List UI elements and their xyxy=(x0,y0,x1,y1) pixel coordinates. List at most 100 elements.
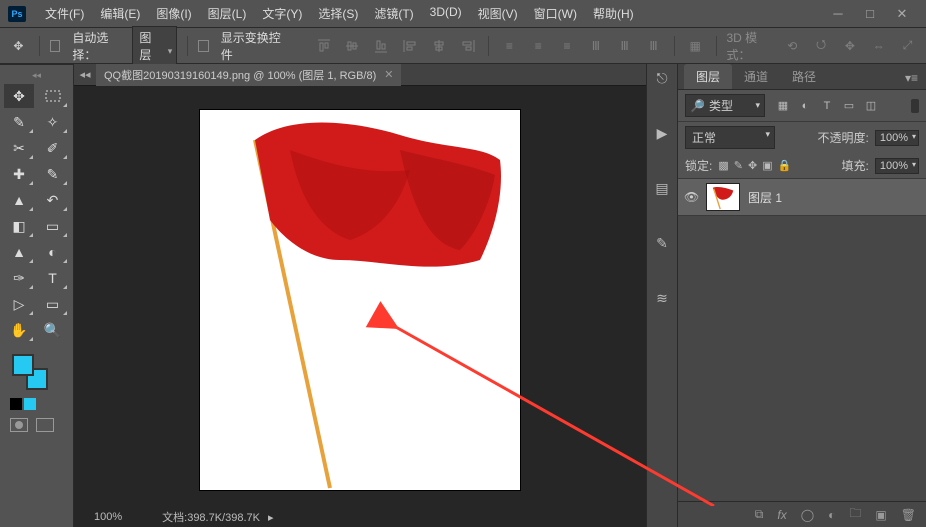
fill-value[interactable]: 100% xyxy=(875,158,919,174)
move-tool[interactable]: ✥ xyxy=(4,84,34,108)
zoom-tool[interactable]: 🔍 xyxy=(38,318,68,342)
lock-all-icon[interactable]: 🔒 xyxy=(778,159,792,172)
opacity-value[interactable]: 100% xyxy=(875,130,919,146)
doc-tab[interactable]: QQ截图20190319160149.png @ 100% (图层 1, RGB… xyxy=(96,64,401,86)
menu-file[interactable]: 文件(F) xyxy=(38,2,91,25)
fx-icon[interactable]: fx xyxy=(777,508,786,522)
delete-layer-icon[interactable]: 🗑 xyxy=(901,508,916,522)
tab-paths[interactable]: 路径 xyxy=(780,64,828,89)
magic-wand-tool[interactable]: ✧ xyxy=(38,110,68,134)
dist-left-icon: Ⅲ xyxy=(585,34,606,58)
move-tool-icon[interactable]: ✥ xyxy=(8,34,29,58)
mode3d-zoom-icon: ⤢ xyxy=(897,34,918,58)
adjustment-icon[interactable]: ◐ xyxy=(828,508,835,522)
color-swatches[interactable] xyxy=(4,354,69,394)
zoom-value[interactable]: 100% xyxy=(94,511,122,523)
panel-menu-icon[interactable]: ▾≡ xyxy=(897,67,926,89)
workspace: ◂◂ ✥ ✎ ✧ ✂ ✐ ✚ ✎ ▲ ↶ ◧ ▭ ▲ ◐ ✑ T ▷ ▭ ✋ 🔍 xyxy=(0,64,926,527)
maximize-button[interactable]: □ xyxy=(854,3,886,25)
layer-thumbnail[interactable] xyxy=(706,183,740,211)
dodge-tool[interactable]: ◐ xyxy=(38,240,68,264)
menu-layer[interactable]: 图层(L) xyxy=(201,2,254,25)
menu-type[interactable]: 文字(Y) xyxy=(255,2,309,25)
minimize-button[interactable]: ─ xyxy=(822,3,854,25)
dock-properties-icon[interactable]: ▤ xyxy=(655,180,668,197)
auto-select-checkbox[interactable] xyxy=(50,40,61,52)
filter-pixel-icon[interactable]: ▦ xyxy=(775,98,791,113)
lock-paint-icon[interactable]: ✎ xyxy=(734,159,743,172)
doc-info-chevron[interactable]: ▸ xyxy=(268,511,274,524)
canvas-wrap[interactable] xyxy=(74,86,646,507)
default-swatches[interactable] xyxy=(4,398,69,410)
history-brush-tool[interactable]: ↶ xyxy=(38,188,68,212)
dock-brushes-icon[interactable]: ✎ xyxy=(656,235,668,252)
visibility-toggle[interactable]: 👁 xyxy=(684,190,698,204)
lock-label: 锁定: xyxy=(685,157,712,174)
foreground-swatch[interactable] xyxy=(12,354,34,376)
clone-stamp-tool[interactable]: ▲ xyxy=(4,188,34,212)
path-select-tool[interactable]: ▷ xyxy=(4,292,34,316)
layer-row[interactable]: 👁 图层 1 xyxy=(678,179,926,216)
filter-adjust-icon[interactable]: ◐ xyxy=(797,98,813,113)
close-button[interactable]: ✕ xyxy=(886,3,918,25)
blur-tool[interactable]: ▲ xyxy=(4,240,34,264)
doc-home-icon[interactable]: ◂◂ xyxy=(74,68,96,81)
screenmode-icon[interactable] xyxy=(36,418,54,432)
menu-window[interactable]: 窗口(W) xyxy=(527,2,584,25)
dock-history-icon[interactable]: ⎋ xyxy=(656,70,667,87)
layer-name[interactable]: 图层 1 xyxy=(748,189,782,206)
hand-tool[interactable]: ✋ xyxy=(4,318,34,342)
layers-panel: 图层 通道 路径 ▾≡ 🔎 类型 ▦ ◐ T ▭ ◫ 正常 不透明度: 100% xyxy=(678,64,926,527)
tab-layers[interactable]: 图层 xyxy=(684,64,732,89)
quickmask-icon[interactable] xyxy=(10,418,28,432)
healing-brush-tool[interactable]: ✚ xyxy=(4,162,34,186)
new-layer-icon[interactable]: ▣ xyxy=(875,508,886,522)
menu-filter[interactable]: 滤镜(T) xyxy=(367,2,420,25)
doc-close-icon[interactable]: ✕ xyxy=(384,68,393,81)
type-tool[interactable]: T xyxy=(38,266,68,290)
layer-actions: ⧉ fx ◯ ◐ 🗀 ▣ 🗑 xyxy=(678,501,926,527)
lock-transparent-icon[interactable]: ▩ xyxy=(718,159,728,172)
shape-tool[interactable]: ▭ xyxy=(38,292,68,316)
menu-3d[interactable]: 3D(D) xyxy=(423,2,469,25)
layer-list[interactable]: 👁 图层 1 xyxy=(678,179,926,501)
tab-channels[interactable]: 通道 xyxy=(732,64,780,89)
menu-help[interactable]: 帮助(H) xyxy=(586,2,641,25)
brush-tool[interactable]: ✎ xyxy=(38,162,68,186)
marquee-tool[interactable] xyxy=(38,84,68,108)
blend-mode-select[interactable]: 正常 xyxy=(685,126,775,149)
lasso-tool[interactable]: ✎ xyxy=(4,110,34,134)
dock-actions-icon[interactable]: ▶ xyxy=(657,125,668,142)
filter-type-icon[interactable]: T xyxy=(819,98,835,113)
filter-toggle[interactable] xyxy=(911,99,919,113)
menu-select[interactable]: 选择(S) xyxy=(311,2,365,25)
align-right-icon xyxy=(457,34,478,58)
layer-filter-select[interactable]: 🔎 类型 xyxy=(685,94,765,117)
auto-select-target[interactable]: 图层 xyxy=(132,26,177,66)
menu-image[interactable]: 图像(I) xyxy=(149,2,198,25)
eyedropper-tool[interactable]: ✐ xyxy=(38,136,68,160)
menu-view[interactable]: 视图(V) xyxy=(471,2,525,25)
dock-adjustments-icon[interactable]: ≋ xyxy=(656,290,668,307)
show-transform-checkbox[interactable] xyxy=(198,40,209,52)
pen-tool[interactable]: ✑ xyxy=(4,266,34,290)
tools-grip[interactable]: ◂◂ xyxy=(4,69,69,81)
doc-title: QQ截图20190319160149.png @ 100% (图层 1, RGB… xyxy=(104,67,376,83)
group-icon[interactable]: 🗀 xyxy=(849,504,861,525)
mask-icon[interactable]: ◯ xyxy=(801,508,814,522)
filter-smart-icon[interactable]: ◫ xyxy=(863,98,879,113)
filter-shape-icon[interactable]: ▭ xyxy=(841,98,857,113)
crop-tool[interactable]: ✂ xyxy=(4,136,34,160)
mode3d-pan-icon: ✥ xyxy=(840,34,861,58)
gradient-tool[interactable]: ▭ xyxy=(38,214,68,238)
link-layers-icon[interactable]: ⧉ xyxy=(755,507,764,522)
eraser-tool[interactable]: ◧ xyxy=(4,214,34,238)
lock-artboard-icon[interactable]: ▣ xyxy=(762,159,772,172)
lock-position-icon[interactable]: ✥ xyxy=(748,159,757,172)
canvas[interactable] xyxy=(200,110,520,490)
mode3d-roll-icon: ⭯ xyxy=(811,34,832,58)
menu-edit[interactable]: 编辑(E) xyxy=(93,2,147,25)
options-bar: ✥ 自动选择： 图层 显示变换控件 ≡ ≡ ≡ Ⅲ Ⅲ Ⅲ ▦ 3D 模式： ⟲… xyxy=(0,28,926,64)
doc-info[interactable]: 文档:398.7K/398.7K xyxy=(162,509,260,525)
mode3d-orbit-icon: ⟲ xyxy=(782,34,803,58)
